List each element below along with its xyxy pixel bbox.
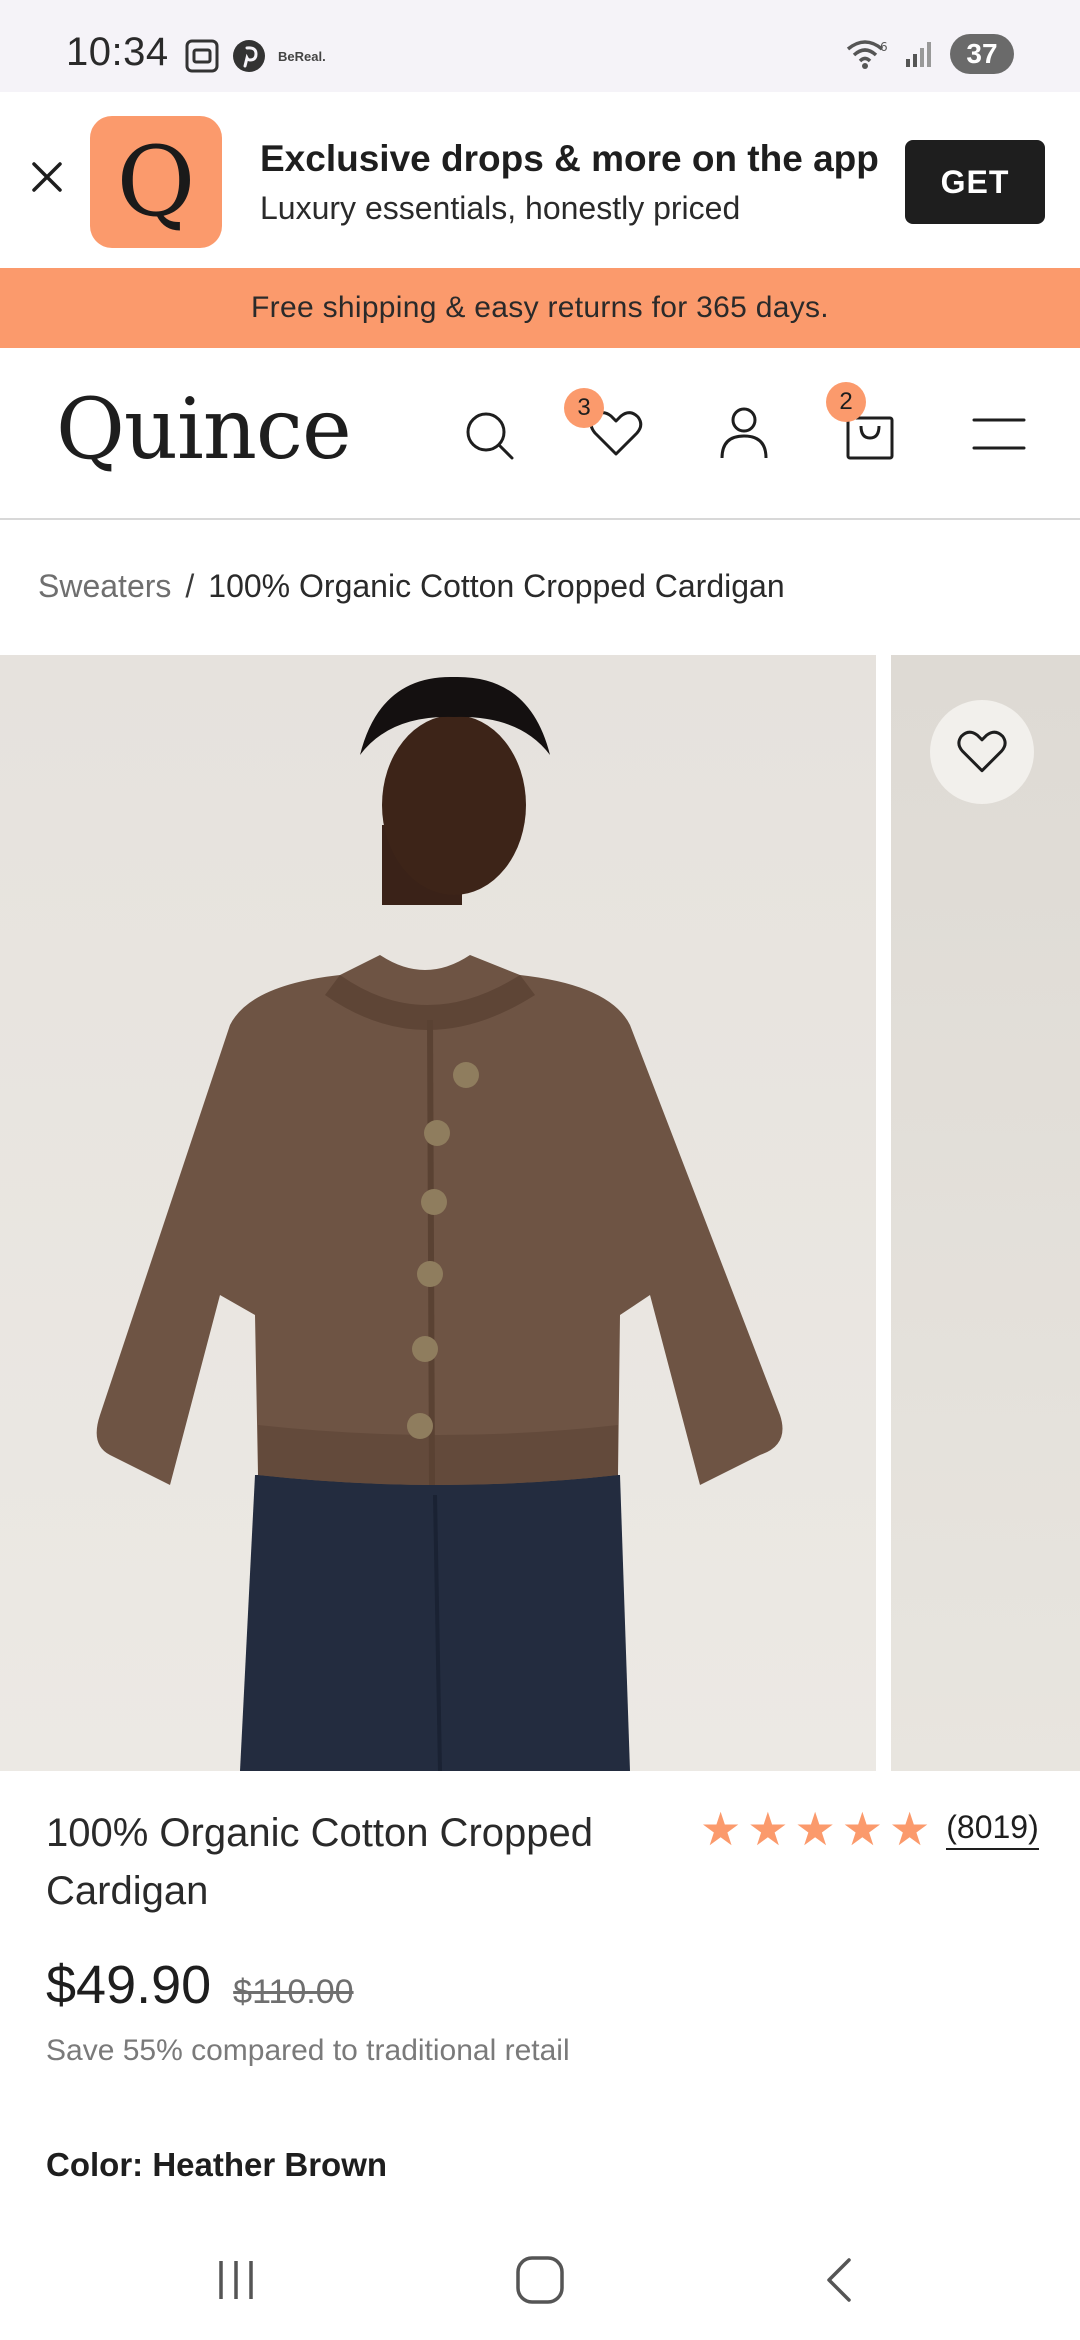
- breadcrumb-current: 100% Organic Cotton Cropped Cardigan: [208, 568, 785, 604]
- home-icon: [516, 2256, 564, 2304]
- star-icon: ★: [700, 1803, 742, 1855]
- status-time: 10:34: [66, 30, 169, 74]
- breadcrumb: Sweaters / 100% Organic Cotton Cropped C…: [38, 568, 785, 605]
- star-icon: ★: [841, 1803, 883, 1855]
- star-icon: ★: [747, 1803, 789, 1855]
- signal-icon: [906, 42, 931, 67]
- menu-icon: [972, 418, 1026, 450]
- get-app-button[interactable]: GET: [905, 140, 1045, 224]
- site-logo[interactable]: Quince: [56, 380, 352, 478]
- heart-icon: [957, 730, 1007, 773]
- banner-subtitle: Luxury essentials, honestly priced: [260, 190, 741, 226]
- app-logo: Q: [90, 116, 222, 248]
- system-nav-bar: [0, 2220, 1080, 2340]
- cart-count-badge: 2: [826, 382, 866, 422]
- star-icon: ★: [794, 1803, 836, 1855]
- breadcrumb-separator: /: [185, 568, 195, 604]
- review-count-link[interactable]: (8019): [946, 1809, 1039, 1850]
- battery-indicator: 37: [950, 34, 1014, 74]
- price-row: $49.90 $110.00: [46, 1954, 354, 2016]
- status-icons-right: 6 37: [846, 34, 1014, 74]
- original-price: $110.00: [233, 1973, 354, 2011]
- recent-apps-icon: [219, 2261, 253, 2299]
- close-icon: [32, 162, 62, 192]
- favorite-button[interactable]: [930, 700, 1034, 804]
- search-button[interactable]: [460, 406, 520, 466]
- wishlist-count-badge: 3: [564, 388, 604, 428]
- breadcrumb-sweaters-link[interactable]: Sweaters: [38, 568, 171, 605]
- menu-button[interactable]: [968, 404, 1028, 464]
- product-rating[interactable]: ★ ★ ★ ★ ★ (8019): [700, 1806, 1039, 1852]
- app-install-banner: Q Exclusive drops & more on the app Luxu…: [0, 92, 1080, 268]
- product-image-next[interactable]: [891, 655, 1080, 1771]
- account-icon: [720, 407, 768, 459]
- svg-text:6: 6: [880, 40, 888, 54]
- bereal-label: BeReal.: [278, 48, 326, 64]
- screenshot-icon: [185, 39, 219, 73]
- status-icons-left: BeReal.: [184, 38, 326, 74]
- pinterest-icon: [233, 40, 265, 72]
- current-price: $49.90: [46, 1955, 212, 2015]
- savings-note: Save 55% compared to traditional retail: [46, 2034, 570, 2067]
- product-image-main[interactable]: [0, 655, 876, 1771]
- promo-bar[interactable]: Free shipping & easy returns for 365 day…: [0, 268, 1080, 348]
- back-icon: [827, 2258, 851, 2302]
- back-button[interactable]: [802, 2250, 882, 2310]
- close-banner-button[interactable]: [22, 152, 72, 202]
- status-bar: 10:34 BeReal. 6 37: [0, 0, 1080, 92]
- home-button[interactable]: [500, 2250, 580, 2310]
- site-header: Quince 3 2: [0, 348, 1080, 520]
- recent-apps-button[interactable]: [196, 2250, 276, 2310]
- app-logo-letter: Q: [116, 126, 196, 238]
- product-title: 100% Organic Cotton Cropped Cardigan: [46, 1811, 593, 1913]
- product-photo-illustration: [96, 676, 783, 1771]
- wifi-icon: 6: [846, 40, 888, 69]
- banner-title: Exclusive drops & more on the app: [260, 138, 879, 179]
- star-icon: ★: [889, 1803, 931, 1855]
- search-icon: [466, 412, 514, 460]
- color-label: Color: Heather Brown: [46, 2146, 388, 2183]
- account-button[interactable]: [714, 402, 774, 462]
